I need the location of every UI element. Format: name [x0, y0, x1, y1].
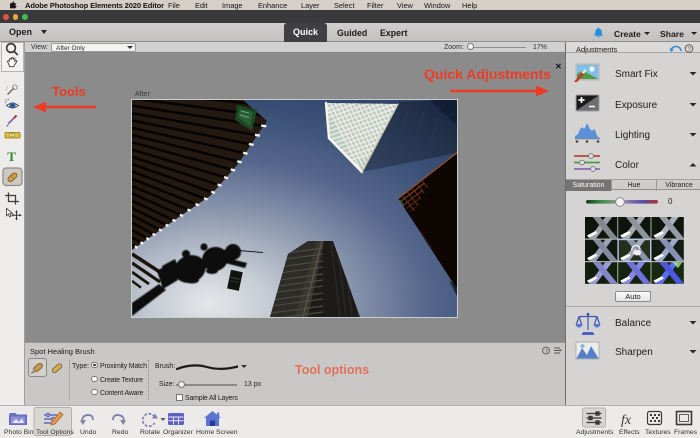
svg-text:?: ?: [545, 349, 548, 355]
svg-text:fx: fx: [621, 413, 632, 428]
svg-text:T: T: [7, 149, 16, 164]
